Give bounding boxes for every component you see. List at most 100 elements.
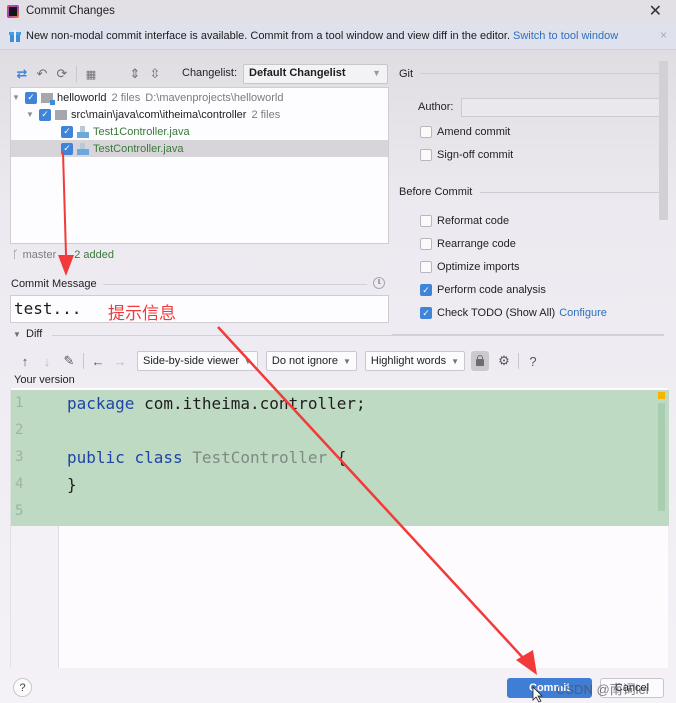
java-file-icon — [77, 125, 89, 138]
line-number: 4 — [15, 476, 24, 492]
branch-icon: ᚴ — [12, 249, 19, 261]
history-clock-icon[interactable] — [373, 277, 385, 289]
git-section-label: Git — [399, 68, 414, 80]
root-checkbox[interactable]: ✓ — [25, 91, 37, 104]
ignore-dropdown[interactable]: Do not ignore ▼ — [265, 351, 357, 371]
code-line[interactable]: 5 — [11, 498, 669, 525]
java-file-icon — [77, 142, 89, 155]
reformat-checkbox[interactable] — [420, 215, 432, 227]
expand-triangle-icon[interactable]: ▼ — [25, 110, 35, 119]
tree-folder-row[interactable]: ▼ ✓ src\main\java\com\itheima\controller… — [11, 106, 388, 123]
code-line[interactable]: 4} — [11, 471, 669, 498]
next-difference-icon[interactable]: ↓ — [36, 354, 58, 369]
diff-editor[interactable]: 1 package com.itheima.controller; 2 3 public… — [10, 388, 669, 668]
changelist-dropdown[interactable]: Default Changelist ▼ — [243, 64, 388, 84]
expand-all-icon[interactable]: ⇕ — [125, 64, 145, 84]
code-line[interactable]: 2 — [11, 417, 669, 444]
diff-label: Diff — [26, 328, 43, 340]
configure-link[interactable]: Configure — [559, 307, 607, 319]
rollback-icon[interactable]: ↶ — [32, 64, 52, 84]
help-icon[interactable]: ? — [522, 354, 544, 369]
line-number: 5 — [15, 503, 24, 519]
rearrange-code-option[interactable]: Rearrange code — [420, 238, 516, 250]
code-area[interactable]: 1 package com.itheima.controller; 2 3 public… — [11, 390, 669, 526]
file-checkbox[interactable]: ✓ — [61, 125, 73, 138]
ignore-value: Do not ignore — [271, 355, 338, 367]
highlight-dropdown[interactable]: Highlight words ▼ — [364, 351, 465, 371]
rearrange-checkbox[interactable] — [420, 238, 432, 250]
code-line[interactable]: 1 package com.itheima.controller; — [11, 390, 669, 417]
chevron-down-icon: ▼ — [372, 68, 381, 78]
signoff-commit-option[interactable]: Sign-off commit — [420, 149, 513, 161]
optimize-imports-option[interactable]: Optimize imports — [420, 261, 520, 273]
root-path: D:\mavenprojects\helloworld — [145, 91, 284, 104]
changelist-label: Changelist: — [182, 67, 238, 79]
line-number: 3 — [15, 449, 24, 465]
collapse-triangle-icon[interactable]: ▼ — [12, 330, 22, 339]
editor-gutter — [11, 526, 59, 668]
root-name: helloworld — [57, 91, 107, 104]
before-commit-label: Before Commit — [399, 186, 473, 198]
watermark: CSDN @南词lei — [556, 682, 649, 697]
diff-section-toggle[interactable]: ▼ Diff — [12, 328, 42, 340]
editor-scrollbar[interactable] — [658, 403, 665, 511]
help-button[interactable]: ? — [13, 678, 32, 697]
collapse-all-icon[interactable]: ⇳ — [145, 64, 165, 84]
toolbar-separator — [76, 66, 77, 82]
banner-text: New non-modal commit interface is availa… — [26, 29, 511, 42]
refresh-icon[interactable]: ⟳ — [52, 64, 72, 84]
tree-root-row[interactable]: ▼ ✓ helloworld 2 files D:\mavenprojects\… — [11, 89, 388, 106]
code-text: } — [67, 475, 77, 494]
module-icon — [41, 92, 55, 105]
gear-icon[interactable]: ⚙ — [493, 353, 515, 369]
file-checkbox[interactable]: ✓ — [61, 142, 73, 155]
root-count: 2 files — [111, 91, 141, 104]
line-number: 2 — [15, 422, 24, 438]
line-number: 1 — [15, 395, 24, 411]
amend-label: Amend commit — [437, 126, 511, 138]
todo-checkbox[interactable]: ✓ — [420, 307, 432, 319]
warning-marker[interactable] — [658, 392, 665, 399]
close-icon[interactable]: ✕ — [649, 1, 662, 21]
edit-source-icon[interactable]: ✎ — [58, 353, 80, 369]
your-version-label: Your version — [14, 374, 75, 386]
diff-toolbar: ↑ ↓ ✎ ← → Side-by-side viewer ▼ Do not ig… — [14, 350, 544, 372]
forward-arrow-icon[interactable]: → — [109, 354, 131, 369]
optimize-checkbox[interactable] — [420, 261, 432, 273]
annotation-label: 提示信息 — [108, 304, 176, 324]
check-todo-option[interactable]: ✓ Check TODO (Show All) Configure — [420, 307, 607, 319]
previous-difference-icon[interactable]: ↑ — [14, 354, 36, 369]
author-input[interactable] — [461, 98, 663, 117]
viewer-dropdown[interactable]: Side-by-side viewer ▼ — [137, 351, 258, 371]
commit-message-input[interactable]: test... — [10, 295, 389, 323]
tree-file-row-selected[interactable]: ✓ TestController.java — [11, 140, 388, 157]
back-arrow-icon[interactable]: ← — [87, 354, 109, 369]
analysis-checkbox[interactable]: ✓ — [420, 284, 432, 296]
changes-tree[interactable]: ▼ ✓ helloworld 2 files D:\mavenprojects\… — [10, 87, 389, 244]
lock-button[interactable] — [471, 351, 489, 371]
amend-checkbox[interactable] — [420, 126, 432, 138]
folder-checkbox[interactable]: ✓ — [39, 108, 51, 121]
file-name: Test1Controller.java — [93, 125, 190, 138]
group-by-icon[interactable]: ▦ — [81, 64, 101, 84]
perform-code-analysis-option[interactable]: ✓ Perform code analysis — [420, 284, 546, 296]
status-row: ᚴ master 2 added — [12, 249, 114, 261]
signoff-checkbox[interactable] — [420, 149, 432, 161]
code-line[interactable]: 3 public class TestController { — [11, 444, 669, 471]
tree-file-row[interactable]: ✓ Test1Controller.java — [11, 123, 388, 140]
code-text: package com.itheima.controller; — [67, 394, 366, 413]
chevron-down-icon: ▼ — [243, 357, 252, 366]
added-count: 2 added — [74, 249, 114, 261]
chevron-down-icon: ▼ — [451, 357, 459, 366]
switch-to-tool-window-link[interactable]: Switch to tool window — [513, 30, 618, 42]
commit-message-label: Commit Message — [11, 278, 97, 290]
intellij-app-icon — [7, 4, 19, 18]
expand-triangle-icon[interactable]: ▼ — [11, 93, 21, 102]
right-panel-scrollbar[interactable] — [659, 61, 668, 220]
banner-close-icon[interactable]: × — [660, 28, 667, 42]
amend-commit-option[interactable]: Amend commit — [420, 126, 510, 138]
option-label: Check TODO (Show All) — [437, 307, 556, 319]
reformat-code-option[interactable]: Reformat code — [420, 215, 509, 227]
show-diff-icon[interactable]: ⇄ — [12, 64, 32, 84]
title-bar: Commit Changes ✕ — [0, 0, 676, 22]
